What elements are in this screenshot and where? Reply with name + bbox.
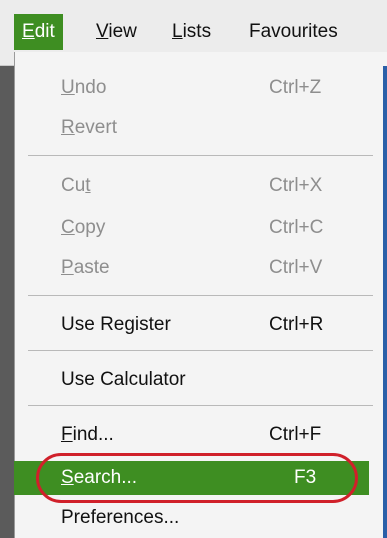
menu-item-undo[interactable]: Undo Ctrl+Z (14, 71, 369, 105)
menu-edit-label: dit (34, 21, 55, 42)
menu-item-copy-mnemonic: C (61, 217, 75, 238)
menu-item-paste-shortcut: Ctrl+V (269, 257, 323, 278)
menu-item-paste-mnemonic: P (61, 257, 74, 278)
menu-favourites[interactable]: Favourites (249, 14, 338, 50)
menu-lists[interactable]: Lists (172, 14, 211, 50)
menu-item-use-calculator[interactable]: Use Calculator (14, 363, 369, 397)
menu-item-undo-shortcut: Ctrl+Z (269, 77, 322, 98)
menu-lists-label: ists (182, 21, 212, 42)
menu-item-copy[interactable]: Copy Ctrl+C (14, 211, 369, 245)
menu-item-preferences-label: Preferences... (61, 507, 180, 528)
menu-item-use-register[interactable]: Use Register Ctrl+R (14, 308, 369, 342)
menu-item-undo-mnemonic: U (61, 77, 75, 98)
menu-item-use-calculator-label: Use Calculator (61, 369, 186, 390)
menu-item-revert[interactable]: Revert (14, 111, 369, 145)
menu-item-cut-mnemonic: t (85, 175, 91, 196)
menu-item-copy-shortcut: Ctrl+C (269, 217, 324, 238)
menu-item-revert-text: evert (74, 117, 117, 138)
menu-item-revert-label: Revert (61, 111, 117, 145)
menu-view[interactable]: View (96, 14, 137, 50)
window-right-edge (383, 66, 387, 538)
menu-item-search-text: earch... (73, 467, 138, 488)
window-left-edge (0, 0, 14, 538)
menu-lists-mnemonic: L (172, 21, 183, 42)
screenshot-frame: Edit View Lists Favourites Undo Ctrl+Z R… (0, 0, 387, 538)
menu-item-search-label: Search... (61, 461, 137, 495)
menu-item-paste-text: aste (73, 257, 110, 278)
menu-item-paste[interactable]: Paste Ctrl+V (14, 251, 369, 285)
menu-view-label: iew (108, 21, 137, 42)
menu-edit-mnemonic: E (22, 21, 35, 42)
menu-item-undo-text: ndo (74, 77, 107, 98)
menu-item-find-shortcut: Ctrl+F (269, 424, 322, 445)
menu-separator (28, 295, 373, 296)
menu-item-search[interactable]: Search... F3 (14, 461, 369, 495)
menu-favourites-label: Favourites (249, 21, 338, 42)
menu-item-cut[interactable]: Cut Ctrl+X (14, 169, 369, 203)
menu-item-find-text: ind... (72, 424, 114, 445)
menu-item-search-shortcut: F3 (294, 467, 317, 488)
menu-item-revert-mnemonic: R (61, 117, 75, 138)
menu-item-undo-label: Undo (61, 71, 106, 105)
menu-edit[interactable]: Edit (14, 14, 63, 50)
menu-item-find-mnemonic: F (61, 424, 73, 445)
menu-item-cut-text: Cu (61, 175, 86, 196)
menu-item-paste-label: Paste (61, 251, 110, 285)
menu-separator (28, 155, 373, 156)
menu-item-find-label: Find... (61, 418, 114, 452)
menu-item-use-register-label: Use Register (61, 314, 171, 335)
menu-item-copy-text: opy (74, 217, 106, 238)
menu-item-copy-label: Copy (61, 211, 105, 245)
menu-item-search-mnemonic: S (61, 467, 74, 488)
menu-item-cut-label: Cut (61, 169, 91, 203)
menu-separator (28, 350, 373, 351)
menu-item-find[interactable]: Find... Ctrl+F (14, 418, 369, 452)
menu-view-mnemonic: V (96, 21, 109, 42)
menu-item-cut-shortcut: Ctrl+X (269, 175, 323, 196)
menu-separator (28, 405, 373, 406)
menu-item-use-register-shortcut: Ctrl+R (269, 314, 324, 335)
menu-item-preferences[interactable]: Preferences... (14, 501, 369, 535)
